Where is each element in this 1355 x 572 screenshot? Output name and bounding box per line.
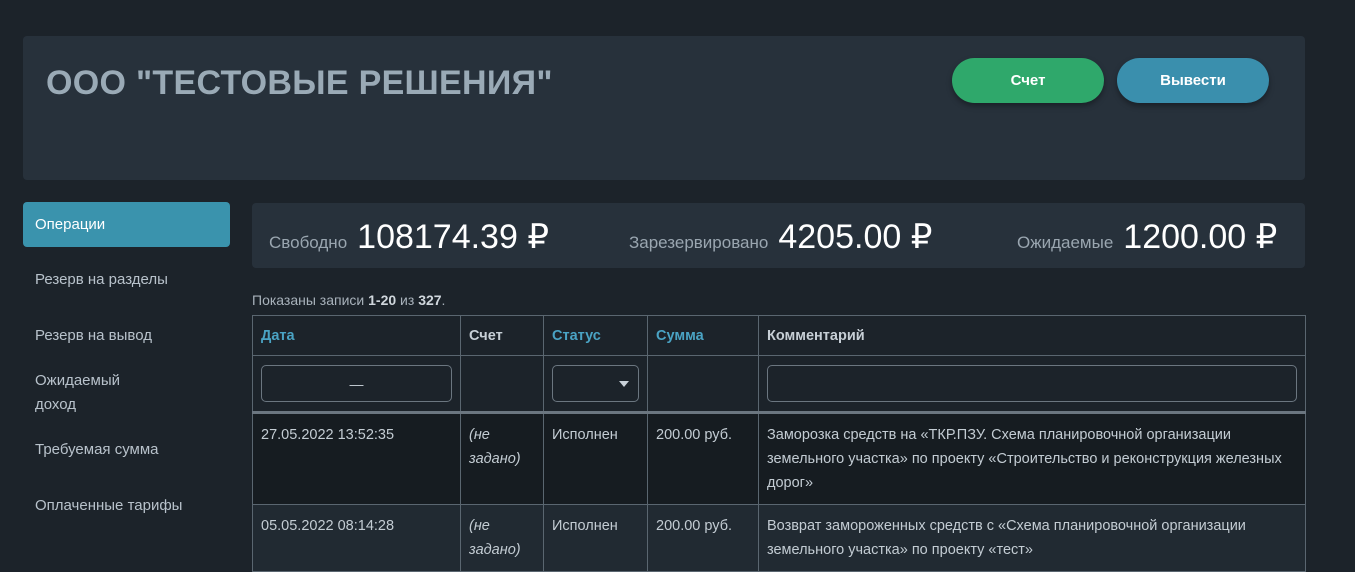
account-button[interactable]: Счет — [952, 58, 1104, 103]
sidebar-item-paid-tariffs[interactable]: Оплаченные тарифы — [23, 494, 230, 518]
cell-account: (не задано) — [460, 504, 544, 572]
records-of: из — [396, 292, 419, 308]
date-filter-input[interactable] — [261, 365, 452, 402]
comment-filter-input[interactable] — [767, 365, 1297, 402]
withdraw-button[interactable]: Вывести — [1117, 58, 1269, 103]
table-row: 05.05.2022 08:14:28 (не задано) Исполнен… — [252, 504, 1306, 572]
operations-table: Дата Счет Статус Сумма Комментарий 27.05… — [252, 315, 1306, 572]
status-filter-select[interactable] — [552, 365, 639, 402]
column-header-amount[interactable]: Сумма — [647, 315, 759, 356]
cell-comment: Возврат замороженных средств с «Схема пл… — [758, 504, 1306, 572]
expected-balance: Ожидаемые 1200.00 ₽ — [1017, 217, 1277, 257]
expected-balance-label: Ожидаемые — [1017, 233, 1114, 252]
cell-status: Исполнен — [543, 412, 648, 505]
column-header-status[interactable]: Статус — [543, 315, 648, 356]
balances-panel: Свободно 108174.39 ₽ Зарезервировано 4205.… — [252, 203, 1305, 268]
cell-account: (не задано) — [460, 412, 544, 505]
table-row: 27.05.2022 13:52:35 (не задано) Исполнен… — [252, 412, 1306, 505]
records-range: 1-20 — [368, 292, 397, 308]
expected-balance-value: 1200.00 ₽ — [1123, 218, 1278, 256]
sidebar-item-required-amount[interactable]: Требуемая сумма — [23, 438, 230, 462]
free-balance-label: Свободно — [269, 233, 348, 252]
cell-amount: 200.00 руб. — [647, 504, 759, 572]
cell-amount: 200.00 руб. — [647, 412, 759, 505]
sidebar-item-expected-income[interactable]: Ожидаемый доход — [23, 369, 157, 417]
reserved-balance: Зарезервировано 4205.00 ₽ — [629, 217, 932, 257]
chevron-down-icon — [619, 381, 629, 387]
free-balance-value: 108174.39 ₽ — [357, 218, 549, 256]
table-header-row: Дата Счет Статус Сумма Комментарий — [252, 315, 1306, 356]
cell-status: Исполнен — [543, 504, 648, 572]
filter-row — [252, 355, 1306, 414]
header-panel: ООО "ТЕСТОВЫЕ РЕШЕНИЯ" Счет Вывести — [23, 36, 1305, 180]
records-summary: Показаны записи 1-20 из 327. — [252, 292, 445, 308]
free-balance: Свободно 108174.39 ₽ — [269, 217, 549, 257]
sidebar: Операции Резерв на разделы Резерв на выв… — [23, 202, 230, 518]
cell-comment: Заморозка средств на «ТКР.ПЗУ. Схема пла… — [758, 412, 1306, 505]
sidebar-item-section-reserve[interactable]: Резерв на разделы — [23, 268, 230, 292]
sidebar-item-withdraw-reserve[interactable]: Резерв на вывод — [23, 324, 230, 348]
column-header-comment: Комментарий — [758, 315, 1306, 356]
sidebar-item-operations[interactable]: Операции — [23, 202, 230, 247]
company-title: ООО "ТЕСТОВЫЕ РЕШЕНИЯ" — [46, 64, 553, 102]
reserved-balance-label: Зарезервировано — [629, 233, 769, 252]
records-total: 327 — [418, 292, 442, 308]
column-header-account: Счет — [460, 315, 544, 356]
reserved-balance-value: 4205.00 ₽ — [778, 218, 933, 256]
records-prefix: Показаны записи — [252, 292, 369, 308]
cell-date: 27.05.2022 13:52:35 — [252, 412, 461, 505]
cell-date: 05.05.2022 08:14:28 — [252, 504, 461, 572]
records-suffix: . — [441, 292, 446, 308]
column-header-date[interactable]: Дата — [252, 315, 461, 356]
